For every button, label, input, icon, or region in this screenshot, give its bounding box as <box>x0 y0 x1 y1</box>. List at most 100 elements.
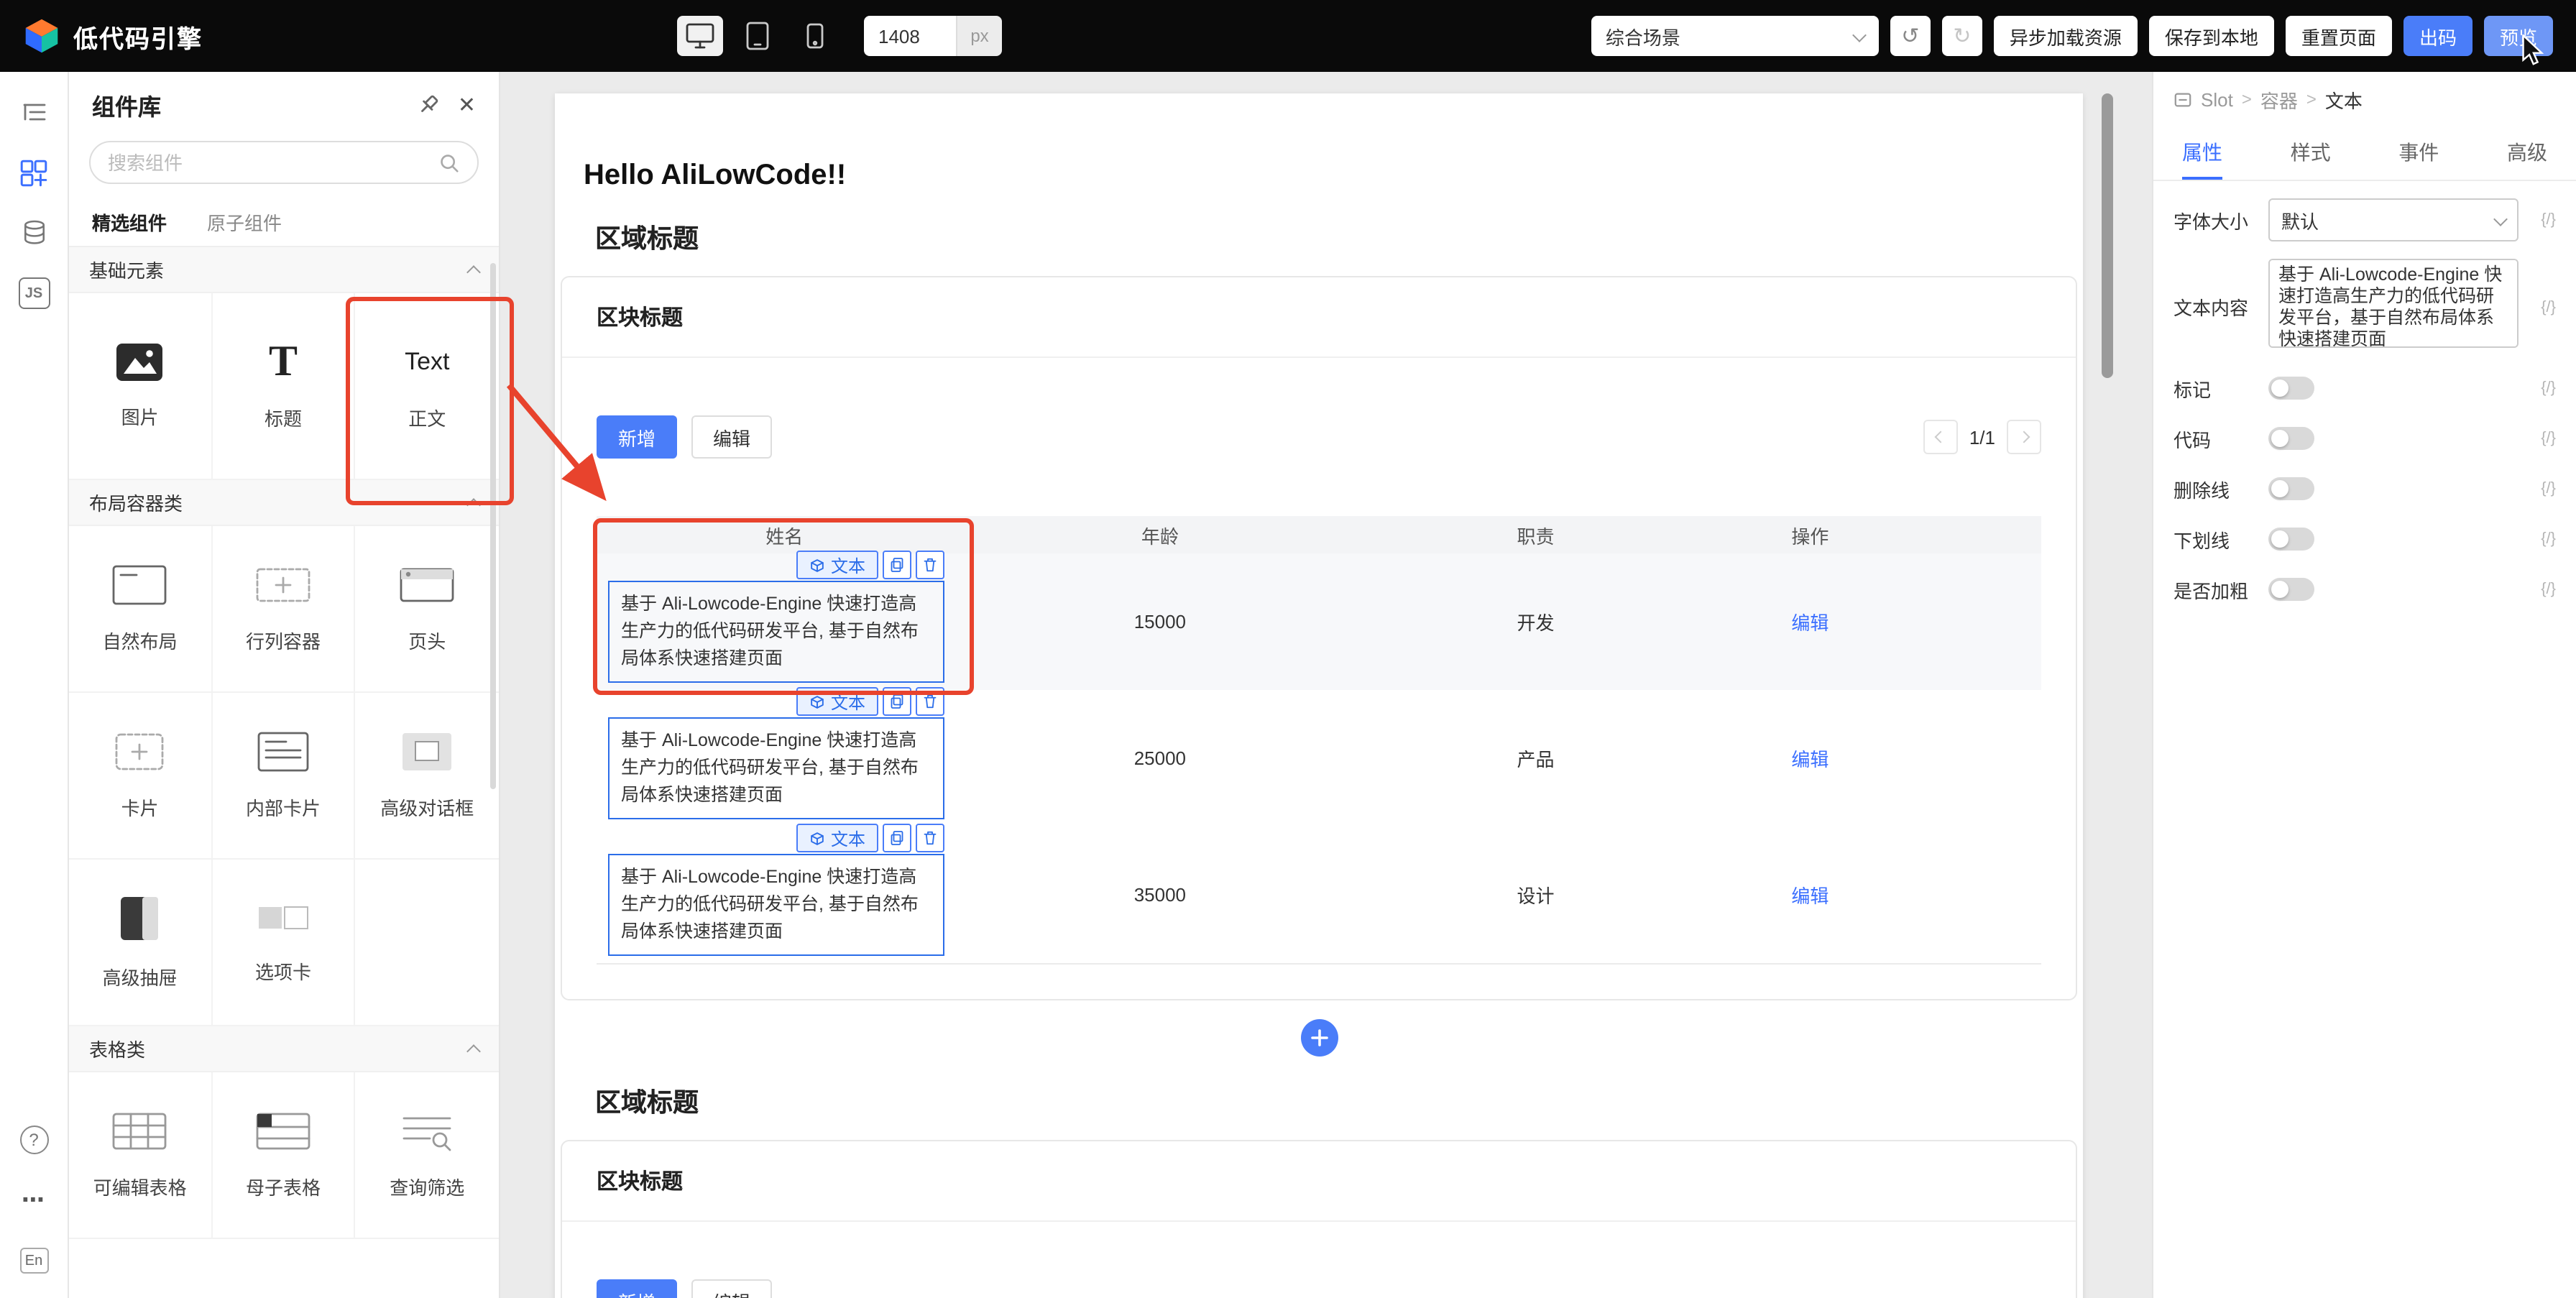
preview-button[interactable]: 预览 <box>2484 16 2553 56</box>
component-item-nested-table[interactable]: 母子表格 <box>212 1072 355 1239</box>
breadcrumb-slot[interactable]: Slot <box>2201 88 2233 110</box>
row-edit-link[interactable]: 编辑 <box>1791 885 1828 907</box>
text-component-content: 基于 Ali-Lowcode-Engine 快速打造高生产力的低代码研发平台, … <box>621 727 932 809</box>
settings-fields: 字体大小 默认 {/} 文本内容 基于 Ali-Lowcode-Engine 快… <box>2153 181 2576 641</box>
text-component-selected[interactable]: 文本 基于 Ali-Lo <box>608 854 944 956</box>
chevron-right-icon <box>2018 431 2030 443</box>
copy-icon[interactable] <box>883 551 911 579</box>
text-component-selected[interactable]: 文本 基于 Ali-Lo <box>608 717 944 819</box>
underline-toggle-field: 下划线 {/} <box>2174 523 2556 555</box>
bind-variable-icon[interactable]: {/} <box>2518 530 2556 548</box>
tab-style[interactable]: 样式 <box>2291 126 2331 180</box>
underline-toggle[interactable] <box>2268 528 2314 551</box>
device-desktop-icon[interactable] <box>677 16 723 56</box>
block-title: 区块标题 <box>597 1166 683 1196</box>
next-page-button[interactable] <box>2007 420 2041 454</box>
component-item-tab-card[interactable]: 选项卡 <box>212 860 355 1026</box>
section-tables[interactable]: 表格类 <box>69 1026 499 1072</box>
column-header-operation: 操作 <box>1724 521 1897 548</box>
row-edit-link[interactable]: 编辑 <box>1791 749 1828 770</box>
component-tag[interactable]: 文本 <box>796 824 878 852</box>
add-button[interactable]: 新增 <box>597 1279 677 1298</box>
edit-button[interactable]: 编辑 <box>691 1279 772 1298</box>
component-item-card[interactable]: 卡片 <box>69 693 212 860</box>
component-tag[interactable]: 文本 <box>796 687 878 716</box>
bind-variable-icon[interactable]: {/} <box>2518 298 2556 316</box>
export-code-button[interactable]: 出码 <box>2404 16 2472 56</box>
bind-variable-icon[interactable]: {/} <box>2518 480 2556 497</box>
scenario-select[interactable]: 综合场景 <box>1591 16 1879 56</box>
pin-icon[interactable] <box>418 93 441 116</box>
tab-events[interactable]: 事件 <box>2398 126 2439 180</box>
search-icon <box>438 152 460 173</box>
heading-icon: T <box>269 341 298 384</box>
help-icon[interactable]: ? <box>14 1120 54 1160</box>
tab-featured-components[interactable]: 精选组件 <box>92 208 167 236</box>
component-item-adv-dialog[interactable]: 高级对话框 <box>356 693 499 860</box>
copy-icon[interactable] <box>883 687 911 716</box>
bind-variable-icon[interactable]: {/} <box>2518 581 2556 598</box>
tab-advanced[interactable]: 高级 <box>2507 126 2547 180</box>
copy-icon[interactable] <box>883 824 911 852</box>
strikethrough-toggle[interactable] <box>2268 477 2314 500</box>
search-input[interactable] <box>108 152 438 173</box>
edit-button[interactable]: 编辑 <box>691 415 772 459</box>
component-grid-layout: 自然布局 行列容器 页头 卡片 <box>69 526 499 1026</box>
component-tag[interactable]: 文本 <box>796 551 878 579</box>
delete-icon[interactable] <box>916 551 944 579</box>
component-item-natural-layout[interactable]: 自然布局 <box>69 526 212 693</box>
component-item-adv-drawer[interactable]: 高级抽屉 <box>69 860 212 1026</box>
panel-scrollbar[interactable] <box>490 263 496 789</box>
canvas-scrollbar[interactable] <box>2102 93 2113 378</box>
breadcrumb-container[interactable]: 容器 <box>2260 86 2298 113</box>
component-item-page-header[interactable]: 页头 <box>356 526 499 693</box>
outline-tree-icon[interactable] <box>14 92 54 132</box>
more-actions-icon[interactable]: ⋯ <box>14 1180 54 1220</box>
component-item-editable-table[interactable]: 可编辑表格 <box>69 1072 212 1239</box>
breadcrumb-text[interactable]: 文本 <box>2325 86 2363 113</box>
js-panel-icon[interactable]: JS <box>14 273 54 313</box>
design-page[interactable]: Hello AliLowCode!! 区域标题 区块标题 新增 编辑 1/1 <box>555 93 2083 1298</box>
add-component-button[interactable] <box>1300 1019 1338 1057</box>
code-toggle[interactable] <box>2268 427 2314 450</box>
delete-icon[interactable] <box>916 687 944 716</box>
bind-variable-icon[interactable]: {/} <box>2518 379 2556 397</box>
language-toggle[interactable]: En <box>14 1241 54 1281</box>
bind-variable-icon[interactable]: {/} <box>2518 430 2556 447</box>
device-phone-icon[interactable] <box>792 16 838 56</box>
component-item-query-filter[interactable]: 查询筛选 <box>356 1072 499 1239</box>
tab-atomic-components[interactable]: 原子组件 <box>207 208 282 236</box>
component-library-icon[interactable] <box>14 152 54 193</box>
component-item-text[interactable]: Text 正文 <box>356 293 499 480</box>
canvas-width-input[interactable] <box>864 16 956 56</box>
prev-page-button[interactable] <box>1923 420 1958 454</box>
reset-page-button[interactable]: 重置页面 <box>2286 16 2392 56</box>
component-item-heading[interactable]: T 标题 <box>212 293 355 480</box>
component-item-row-container[interactable]: 行列容器 <box>212 526 355 693</box>
bind-variable-icon[interactable]: {/} <box>2518 211 2556 229</box>
delete-icon[interactable] <box>916 824 944 852</box>
save-local-button[interactable]: 保存到本地 <box>2149 16 2274 56</box>
text-component-selected[interactable]: 文本 基于 Ali-Lo <box>608 581 944 683</box>
close-icon[interactable]: ✕ <box>458 92 476 118</box>
component-item-image[interactable]: 图片 <box>69 293 212 480</box>
datasource-icon[interactable] <box>14 213 54 253</box>
async-load-button[interactable]: 异步加载资源 <box>1994 16 2138 56</box>
component-item-inner-card[interactable]: 内部卡片 <box>212 693 355 860</box>
text-content-input[interactable]: 基于 Ali-Lowcode-Engine 快速打造高生产力的低代码研发平台，基… <box>2268 259 2518 348</box>
chevron-up-icon <box>466 498 481 512</box>
device-tablet-icon[interactable] <box>735 16 781 56</box>
add-button[interactable]: 新增 <box>597 415 677 459</box>
redo-button[interactable]: ↻ <box>1942 16 1982 56</box>
page-indicator: 1/1 <box>1969 426 1995 448</box>
cell-age: 25000 <box>972 747 1348 769</box>
undo-button[interactable]: ↺ <box>1890 16 1931 56</box>
section-layout-containers[interactable]: 布局容器类 <box>69 480 499 526</box>
font-size-select[interactable]: 默认 <box>2268 198 2518 241</box>
settings-panel: Slot > 容器 > 文本 属性 样式 事件 高级 字体大小 默认 {/} <box>2152 72 2576 1298</box>
bold-toggle[interactable] <box>2268 578 2314 601</box>
tab-properties[interactable]: 属性 <box>2182 126 2222 180</box>
mark-toggle[interactable] <box>2268 377 2314 400</box>
section-basic-elements[interactable]: 基础元素 <box>69 247 499 293</box>
row-edit-link[interactable]: 编辑 <box>1791 612 1828 634</box>
